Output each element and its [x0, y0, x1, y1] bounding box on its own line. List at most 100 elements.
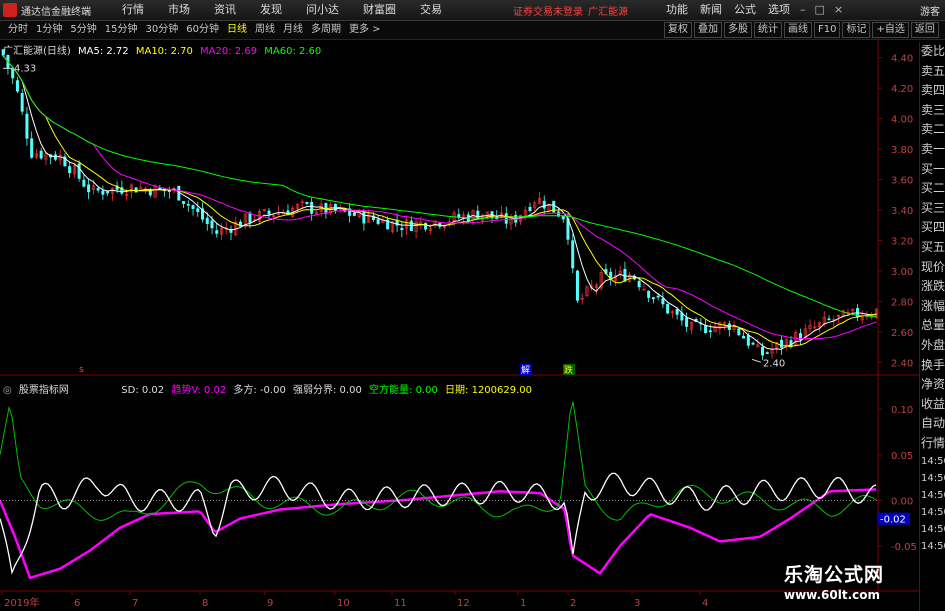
sidebar-item-14[interactable]: 总量	[920, 316, 945, 336]
period-toolbar: 分时 1分钟 5分钟 15分钟 30分钟 60分钟 日线 周线 月线 多周期 更多 > 复权 叠加 多股…	[0, 21, 945, 40]
candle-body	[623, 269, 627, 282]
sidebar-item-18[interactable]: 收益	[920, 395, 945, 415]
tool-button-2[interactable]: 多股	[724, 22, 752, 38]
sidebar-item-25[interactable]: 14:50	[920, 521, 945, 538]
candle-body	[352, 212, 356, 216]
sidebar-item-0[interactable]: 委比	[920, 42, 945, 62]
sidebar-item-3[interactable]: 卖三	[920, 101, 945, 121]
guest-user[interactable]: 游客	[920, 3, 940, 18]
candle-body	[651, 297, 655, 300]
ma20-line	[2, 55, 877, 340]
menu-function[interactable]: 功能	[660, 2, 694, 18]
menu-discover[interactable]: 发现	[248, 2, 294, 18]
candle-body	[637, 280, 641, 288]
sidebar-item-5[interactable]: 卖一	[920, 140, 945, 160]
tool-button-6[interactable]: 标记	[842, 22, 871, 38]
candle-body	[82, 179, 86, 187]
x-tick-label-11: 3	[634, 598, 640, 609]
candle-body	[215, 230, 219, 234]
candle-body	[575, 270, 579, 301]
login-notice[interactable]: 证券交易未登录	[513, 3, 583, 18]
sidebar-item-20[interactable]: 行情	[920, 434, 945, 454]
price-tick-label-9: 2.60	[891, 328, 913, 339]
sidebar-item-6[interactable]: 买一	[920, 160, 945, 180]
chart-canvas[interactable]: 4.40 4.20 4.00 3.80 3.60 3.40 3.20 3.00 2.80 2.60…	[0, 39, 919, 609]
sidebar-item-21[interactable]: 14:50	[920, 453, 945, 470]
candle-body	[765, 352, 769, 354]
tab-period-7[interactable]: 周线	[251, 23, 279, 37]
marker-s: s	[79, 365, 84, 375]
tool-button-8[interactable]: 返回	[910, 22, 939, 38]
candle-body	[68, 166, 72, 174]
sidebar-item-11[interactable]: 现价	[920, 258, 945, 278]
sidebar-item-26[interactable]: 14:50	[920, 538, 945, 555]
candle-body	[704, 325, 708, 334]
candle-body	[542, 200, 546, 209]
tab-period-1[interactable]: 1分钟	[32, 23, 66, 37]
tab-period-6[interactable]: 日线	[223, 23, 251, 37]
candlestick-series	[1, 48, 878, 361]
menu-wealth[interactable]: 财富圈	[351, 2, 408, 18]
sidebar-item-13[interactable]: 涨幅	[920, 297, 945, 317]
sidebar-item-24[interactable]: 14:50	[920, 504, 945, 521]
candle-body	[101, 190, 105, 195]
quote-sidebar: 委比 卖五 卖四 卖三 卖二 卖一 买一 买二 买三 买四 买五 现价 涨跌 涨幅 总量 外盘 换手 净资 收益 自动…	[919, 42, 945, 611]
tool-button-4[interactable]: 画线	[784, 22, 812, 38]
tool-button-5[interactable]: F10	[814, 22, 841, 38]
window-controls[interactable]: –□×	[800, 3, 852, 16]
menu-market[interactable]: 市场	[156, 2, 202, 18]
candle-body	[96, 188, 100, 191]
tab-period-0[interactable]: 分时	[4, 23, 32, 37]
tool-button-0[interactable]: 复权	[664, 22, 692, 38]
marker-unlock: 解	[521, 364, 530, 376]
price-tick-label-6: 3.20	[891, 236, 913, 247]
sidebar-item-9[interactable]: 买四	[920, 218, 945, 238]
ind-tick-label-3: -0.05	[891, 542, 917, 553]
sidebar-item-17[interactable]: 净资	[920, 375, 945, 395]
menu-formula[interactable]: 公式	[728, 2, 762, 18]
tool-button-7[interactable]: +自选	[872, 22, 909, 38]
tool-button-1[interactable]: 叠加	[694, 22, 722, 38]
ma5-line	[2, 55, 877, 350]
sidebar-item-16[interactable]: 换手	[920, 356, 945, 376]
close-icon[interactable]: ×	[834, 3, 852, 16]
tab-period-3[interactable]: 15分钟	[101, 23, 142, 37]
candle-body	[15, 80, 19, 92]
sidebar-item-23[interactable]: 14:50	[920, 487, 945, 504]
menu-news[interactable]: 资讯	[202, 2, 248, 18]
sidebar-item-1[interactable]: 卖五	[920, 62, 945, 82]
minimize-icon[interactable]: –	[800, 3, 815, 16]
menu-trade[interactable]: 交易	[408, 2, 454, 18]
candle-body	[571, 240, 575, 269]
menu-quotes[interactable]: 行情	[110, 2, 156, 18]
tool-button-3[interactable]: 统计	[754, 22, 782, 38]
tab-period-5[interactable]: 60分钟	[182, 23, 223, 37]
sidebar-item-10[interactable]: 买五	[920, 238, 945, 258]
tab-period-2[interactable]: 5分钟	[66, 23, 100, 37]
ma-lines	[2, 55, 877, 350]
sidebar-item-12[interactable]: 涨跌	[920, 277, 945, 297]
candle-body	[310, 201, 314, 214]
tab-period-10[interactable]: 更多 >	[345, 23, 385, 37]
price-tick-label-0: 4.40	[891, 54, 913, 65]
sidebar-item-15[interactable]: 外盘	[920, 336, 945, 356]
tab-period-9[interactable]: 多周期	[307, 23, 345, 37]
sidebar-item-22[interactable]: 14:50	[920, 470, 945, 487]
menu-options[interactable]: 选项	[762, 2, 796, 18]
menu-ask[interactable]: 问小达	[294, 2, 351, 18]
tab-period-8[interactable]: 月线	[279, 23, 307, 37]
menu-newsfeed[interactable]: 新闻	[694, 2, 728, 18]
x-tick-label-8: 12	[457, 598, 470, 609]
sidebar-item-19[interactable]: 自动	[920, 414, 945, 434]
candle-body	[106, 191, 110, 194]
candle-body	[751, 342, 755, 345]
price-tick-label-1: 4.20	[891, 84, 913, 95]
sidebar-item-4[interactable]: 卖二	[920, 120, 945, 140]
sidebar-item-8[interactable]: 买三	[920, 199, 945, 219]
sidebar-item-7[interactable]: 买二	[920, 179, 945, 199]
sidebar-item-2[interactable]: 卖四	[920, 81, 945, 101]
tab-period-4[interactable]: 30分钟	[141, 23, 182, 37]
high-price-label: 4.33	[14, 63, 36, 74]
low-price-label: 2.40	[763, 358, 785, 369]
maximize-icon[interactable]: □	[815, 3, 834, 16]
